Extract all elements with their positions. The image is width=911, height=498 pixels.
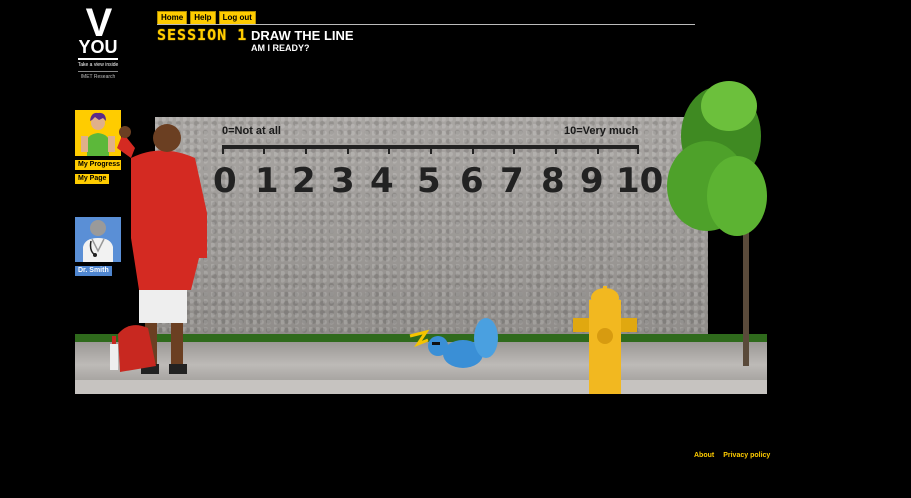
page-title: DRAW THE LINE [251, 28, 354, 43]
logo-tagline: Take a view inside [77, 62, 119, 68]
scale-number-0[interactable]: 0 [213, 164, 237, 198]
scene: 0=Not at all 10=Very much 0 1 2 3 4 5 6 … [75, 76, 767, 394]
scale-tick [555, 145, 557, 154]
logo-divider-2 [78, 71, 118, 72]
privacy-policy-link[interactable]: Privacy policy [723, 452, 770, 459]
scale-number-4[interactable]: 4 [370, 164, 394, 198]
scale-tick [347, 145, 349, 154]
scale-low-label: 0=Not at all [222, 125, 281, 137]
scale-number-8[interactable]: 8 [541, 164, 565, 198]
scale-number-3[interactable]: 3 [331, 164, 355, 198]
scale-number-1[interactable]: 1 [255, 164, 279, 198]
page-subtitle: AM I READY? [251, 43, 310, 53]
header-rule [157, 24, 695, 25]
scale-tick [637, 145, 639, 154]
scale-tick [305, 145, 307, 154]
scale-number-5[interactable]: 5 [417, 164, 441, 198]
logo: V YOU Take a view inside IMET Research [74, 1, 122, 81]
scale-number-7[interactable]: 7 [500, 164, 524, 198]
scale-tick [513, 145, 515, 154]
squirrel-illustration [409, 318, 498, 368]
scale-high-label: 10=Very much [564, 125, 639, 137]
footer: About Privacy policy [694, 452, 770, 459]
help-button[interactable]: Help [190, 11, 216, 25]
scale-tick [263, 145, 265, 154]
scale-tick [472, 145, 474, 154]
logout-button[interactable]: Log out [218, 11, 256, 25]
top-nav: Home Help Log out [157, 11, 256, 25]
scale-number-10[interactable]: 10 [616, 164, 663, 198]
scale-tick [597, 145, 599, 154]
logo-word: YOU [78, 37, 118, 57]
scale-tick [388, 145, 390, 154]
backpack-icon [110, 325, 156, 372]
scale-number-2[interactable]: 2 [292, 164, 316, 198]
scale-tick [430, 145, 432, 154]
logo-letter: V [85, 1, 113, 45]
session-label: SESSION 1 [157, 26, 248, 44]
about-link[interactable]: About [694, 452, 714, 459]
fire-hydrant-illustration [573, 286, 637, 394]
logo-divider [78, 58, 118, 60]
scale-number-9[interactable]: 9 [580, 164, 604, 198]
home-button[interactable]: Home [157, 11, 188, 25]
tree-illustration [667, 81, 767, 366]
scale-number-6[interactable]: 6 [460, 164, 484, 198]
scale-tick [222, 145, 224, 154]
